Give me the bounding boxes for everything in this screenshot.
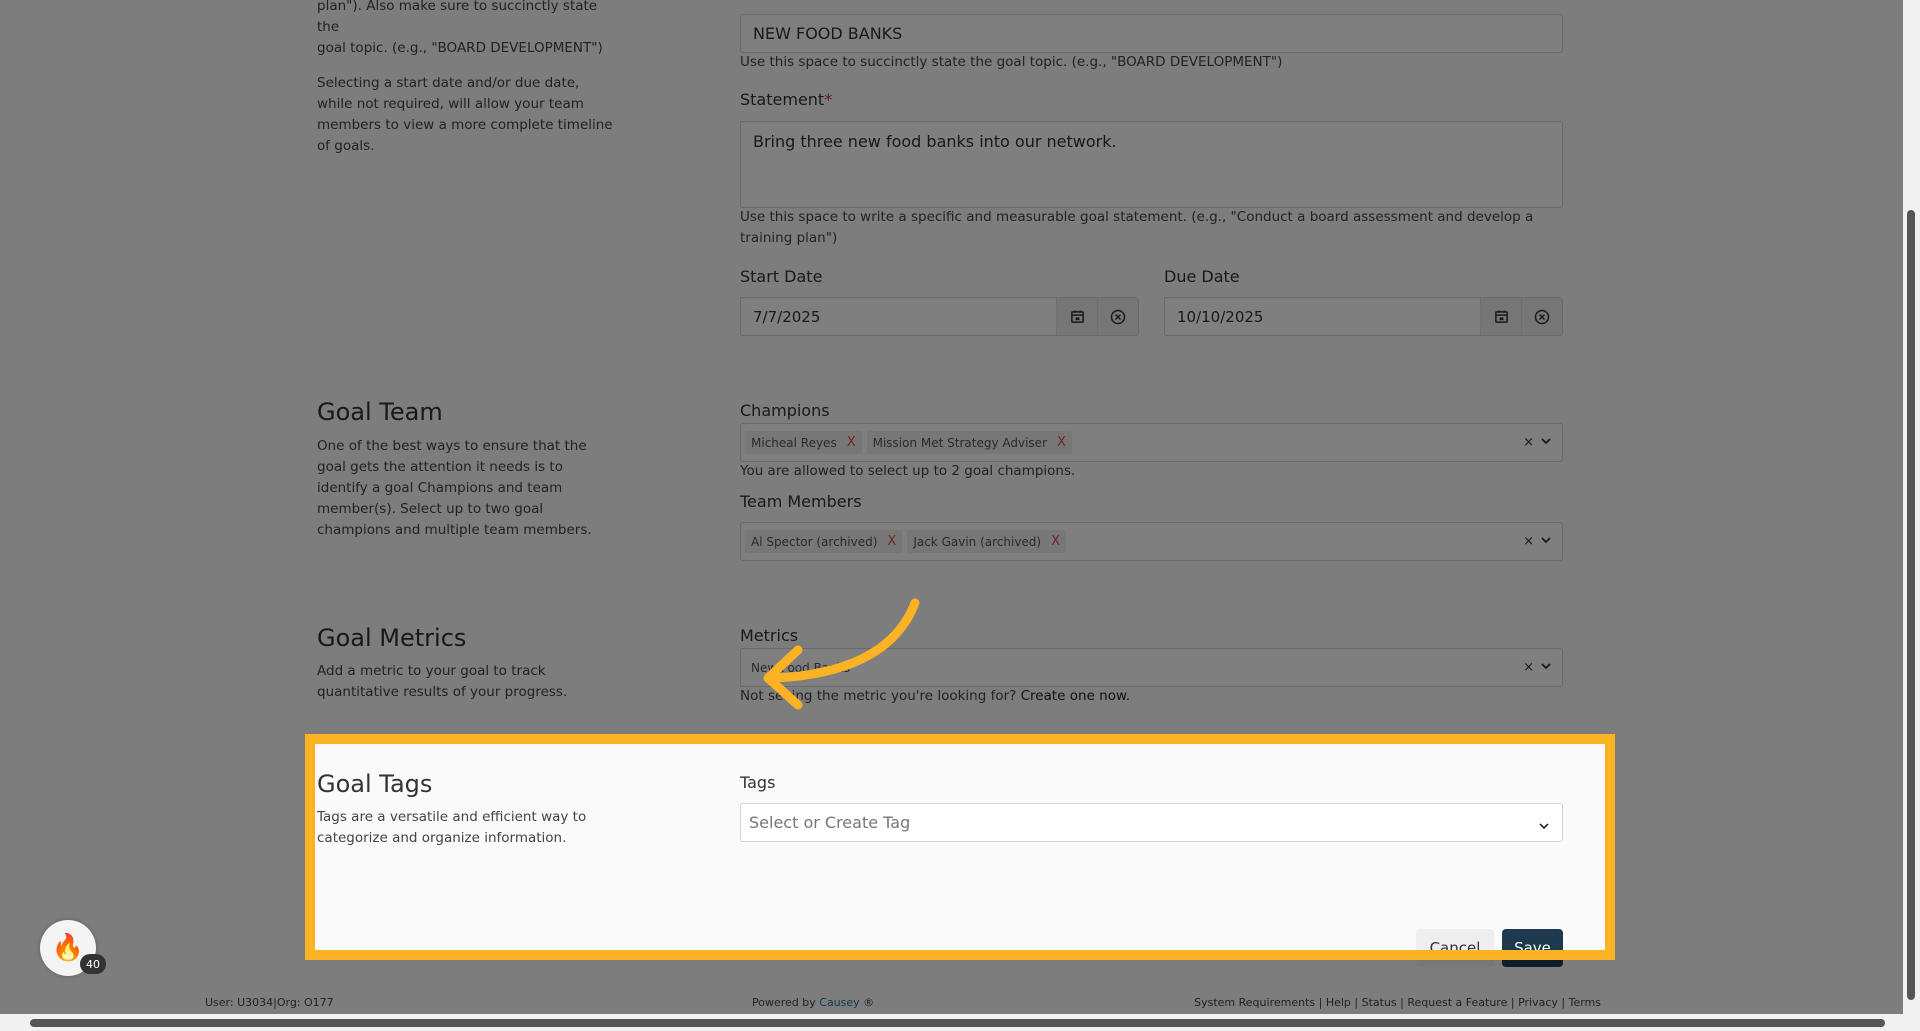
metrics-help-text: Not seeing the metric you're looking for… (740, 688, 1017, 704)
notification-count-badge: 40 (80, 954, 106, 974)
topic-help: Use this space to succinctly state the g… (740, 54, 1283, 70)
team-members-select[interactable]: Al Spector (archived) X Jack Gavin (arch… (740, 522, 1563, 561)
metric-selected: New Food Banks (751, 660, 850, 675)
vertical-scrollbar[interactable] (1903, 0, 1920, 1031)
save-button[interactable]: Save (1502, 929, 1563, 967)
footer: User: U3034|Org: O177 Powered by Causey … (0, 990, 1903, 1015)
statement-value: Bring three new food banks into our netw… (753, 132, 1117, 151)
champions-help: You are allowed to select up to 2 goal c… (740, 463, 1076, 479)
create-metric-link[interactable]: Create one now. (1021, 688, 1130, 704)
champions-select[interactable]: Micheal Reyes X Mission Met Strategy Adv… (740, 423, 1563, 462)
metrics-label: Metrics (740, 626, 799, 645)
select-controls: × (1523, 523, 1552, 560)
goal-info-help-line1: plan"). Also make sure to succinctly sta… (317, 0, 598, 35)
horizontal-scrollbar[interactable] (0, 1014, 1903, 1031)
goal-team-description: One of the best ways to ensure that the … (317, 438, 592, 538)
statement-label: Statement* (740, 90, 1563, 109)
champion-name: Mission Met Strategy Adviser (872, 435, 1048, 450)
statement-help: Use this space to write a specific and m… (740, 209, 1534, 246)
clear-date-icon[interactable] (1521, 298, 1562, 335)
footer-link-request-feature[interactable]: Request a Feature (1407, 996, 1507, 1009)
goal-tags-description: Tags are a versatile and efficient way t… (317, 809, 587, 846)
goal-team-title: Goal Team (317, 398, 443, 426)
metrics-select[interactable]: New Food Banks × (740, 648, 1563, 687)
footer-link-status[interactable]: Status (1362, 996, 1397, 1009)
goal-tags-title: Goal Tags (317, 770, 433, 798)
statement-label-text: Statement (740, 90, 825, 109)
chevron-down-icon[interactable] (1540, 660, 1552, 676)
powered-by-text: Powered by (752, 996, 816, 1009)
clear-date-icon[interactable] (1097, 298, 1138, 335)
chevron-down-icon[interactable] (1538, 817, 1550, 836)
footer-link-system-requirements[interactable]: System Requirements (1194, 996, 1315, 1009)
team-members-label: Team Members (740, 492, 862, 511)
metrics-help: Not seeing the metric you're looking for… (740, 686, 1563, 707)
fire-glyph: 🔥 (51, 933, 85, 963)
footer-link-privacy[interactable]: Privacy (1518, 996, 1558, 1009)
clear-icon[interactable]: × (1523, 660, 1534, 675)
remove-icon[interactable]: X (847, 435, 856, 450)
remove-icon[interactable]: X (887, 534, 896, 549)
due-date-value[interactable]: 10/10/2025 (1165, 298, 1480, 335)
footer-powered: Powered by Causey ® (752, 996, 874, 1009)
select-controls: × (1523, 649, 1552, 686)
goal-form-page: plan"). Also make sure to succinctly sta… (0, 0, 1903, 1031)
registered-mark: ® (863, 996, 875, 1009)
vertical-scroll-thumb[interactable] (1907, 210, 1915, 1000)
clear-icon[interactable]: × (1523, 534, 1534, 549)
start-date-picker[interactable]: 7/7/2025 (740, 297, 1139, 336)
start-date-value[interactable]: 7/7/2025 (741, 298, 1056, 335)
dates-help: Selecting a start date and/or due date, … (317, 75, 613, 154)
clear-icon[interactable]: × (1523, 435, 1534, 450)
tags-placeholder: Select or Create Tag (749, 813, 911, 832)
tags-label: Tags (740, 773, 776, 792)
footer-links: System Requirements | Help | Status | Re… (1194, 996, 1601, 1009)
due-date-label: Due Date (1164, 267, 1240, 286)
champion-name: Micheal Reyes (751, 435, 837, 450)
calendar-icon[interactable] (1056, 298, 1097, 335)
start-date-label: Start Date (740, 267, 823, 286)
team-member-chip: Jack Gavin (archived) X (907, 530, 1067, 553)
causey-link[interactable]: Causey (819, 996, 859, 1009)
statement-textarea[interactable]: Bring three new food banks into our netw… (740, 121, 1563, 208)
champion-chip: Micheal Reyes X (745, 431, 862, 454)
topic-value: NEW FOOD BANKS (753, 24, 903, 43)
goal-info-help: plan"). Also make sure to succinctly sta… (317, 0, 617, 157)
select-controls: × (1523, 424, 1552, 461)
required-mark: * (824, 90, 833, 109)
footer-link-terms[interactable]: Terms (1569, 996, 1601, 1009)
goal-info-help-line2: goal topic. (e.g., "BOARD DEVELOPMENT") (317, 40, 603, 56)
tags-select[interactable]: Select or Create Tag (740, 803, 1563, 842)
goal-metrics-title: Goal Metrics (317, 624, 467, 652)
footer-user: User: U3034|Org: O177 (205, 996, 334, 1009)
champion-chip: Mission Met Strategy Adviser X (866, 431, 1072, 454)
due-date-picker[interactable]: 10/10/2025 (1164, 297, 1563, 336)
team-member-chip: Al Spector (archived) X (745, 530, 903, 553)
topic-input[interactable]: NEW FOOD BANKS (740, 14, 1563, 53)
calendar-icon[interactable] (1480, 298, 1521, 335)
remove-icon[interactable]: X (1057, 435, 1066, 450)
footer-link-help[interactable]: Help (1326, 996, 1351, 1009)
horizontal-scroll-thumb[interactable] (30, 1019, 1885, 1027)
team-member-name: Jack Gavin (archived) (913, 534, 1042, 549)
champions-label: Champions (740, 401, 830, 420)
goal-metrics-description: Add a metric to your goal to track quant… (317, 663, 568, 700)
remove-icon[interactable]: X (1051, 534, 1060, 549)
team-member-name: Al Spector (archived) (751, 534, 878, 549)
chevron-down-icon[interactable] (1540, 534, 1552, 550)
chevron-down-icon[interactable] (1540, 435, 1552, 451)
cancel-button[interactable]: Cancel (1416, 929, 1494, 967)
